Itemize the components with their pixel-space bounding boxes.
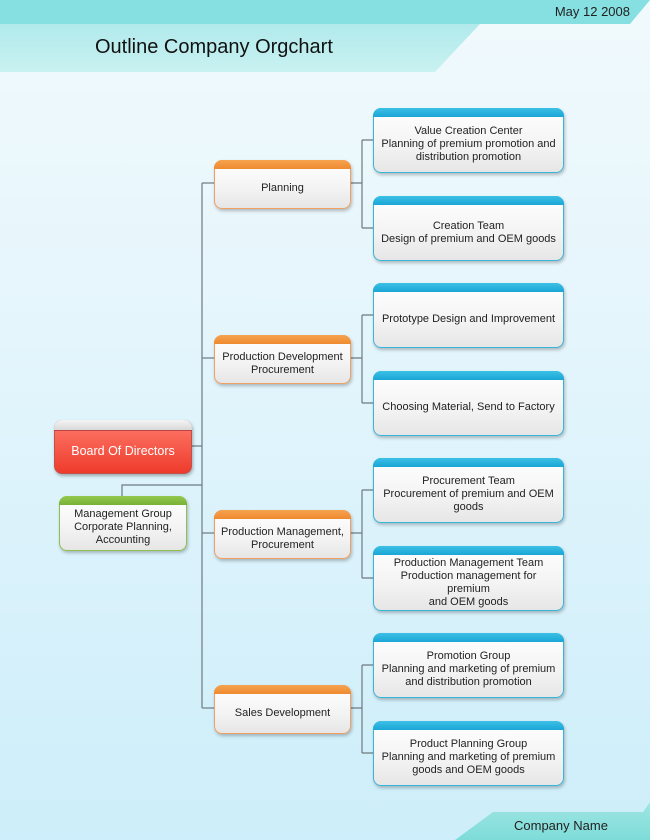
- node-label: Choosing Material, Send to Factory: [382, 401, 555, 413]
- team-node[interactable]: Procurement Team Procurement of premium …: [373, 458, 564, 523]
- node-label: Procurement Team Procurement of premium …: [383, 475, 554, 513]
- node-cap: [373, 721, 564, 730]
- management-group-node[interactable]: Management Group Corporate Planning, Acc…: [59, 496, 187, 551]
- node-cap: [214, 160, 351, 169]
- node-cap: [373, 633, 564, 642]
- node-cap: [59, 496, 187, 505]
- department-node[interactable]: Planning: [214, 160, 351, 209]
- department-node[interactable]: Production Management, Procurement: [214, 510, 351, 559]
- node-label: Promotion Group Planning and marketing o…: [381, 650, 556, 688]
- node-label: Sales Development: [234, 707, 331, 719]
- node-cap: [373, 108, 564, 117]
- node-cap: [54, 420, 192, 431]
- team-node[interactable]: Prototype Design and Improvement: [373, 283, 564, 348]
- board-of-directors-node[interactable]: Board Of Directors: [54, 420, 192, 474]
- team-node[interactable]: Promotion Group Planning and marketing o…: [373, 633, 564, 698]
- team-connector: [351, 139, 374, 229]
- team-connector: [351, 489, 374, 579]
- node-cap: [373, 371, 564, 380]
- node-label: Product Planning Group Planning and mark…: [381, 738, 556, 776]
- node-label: Prototype Design and Improvement: [381, 313, 556, 325]
- node-label: Board Of Directors: [71, 444, 175, 458]
- node-cap: [214, 510, 351, 519]
- node-label: Value Creation Center Planning of premiu…: [381, 125, 556, 163]
- support-connector: [121, 484, 202, 496]
- team-node[interactable]: Product Planning Group Planning and mark…: [373, 721, 564, 786]
- node-cap: [214, 335, 351, 344]
- department-node[interactable]: Sales Development: [214, 685, 351, 734]
- team-node[interactable]: Production Management Team Production ma…: [373, 546, 564, 611]
- node-cap: [373, 546, 564, 555]
- node-cap: [373, 196, 564, 205]
- node-label: Production Management Team Production ma…: [393, 556, 544, 608]
- node-label: Creation Team Design of premium and OEM …: [381, 219, 556, 245]
- node-label: Planning: [261, 182, 304, 194]
- team-node[interactable]: Choosing Material, Send to Factory: [373, 371, 564, 436]
- company-name: Company Name: [514, 818, 608, 833]
- node-label: Management Group Corporate Planning, Acc…: [74, 508, 172, 546]
- node-cap: [214, 685, 351, 694]
- team-connector: [351, 314, 374, 404]
- team-node[interactable]: Value Creation Center Planning of premiu…: [373, 108, 564, 173]
- node-cap: [373, 458, 564, 467]
- department-node[interactable]: Production Development Procurement: [214, 335, 351, 384]
- team-connector: [351, 664, 374, 754]
- node-label: Production Management, Procurement: [221, 525, 344, 551]
- node-cap: [373, 283, 564, 292]
- team-node[interactable]: Creation Team Design of premium and OEM …: [373, 196, 564, 261]
- node-label: Production Development Procurement: [222, 350, 343, 376]
